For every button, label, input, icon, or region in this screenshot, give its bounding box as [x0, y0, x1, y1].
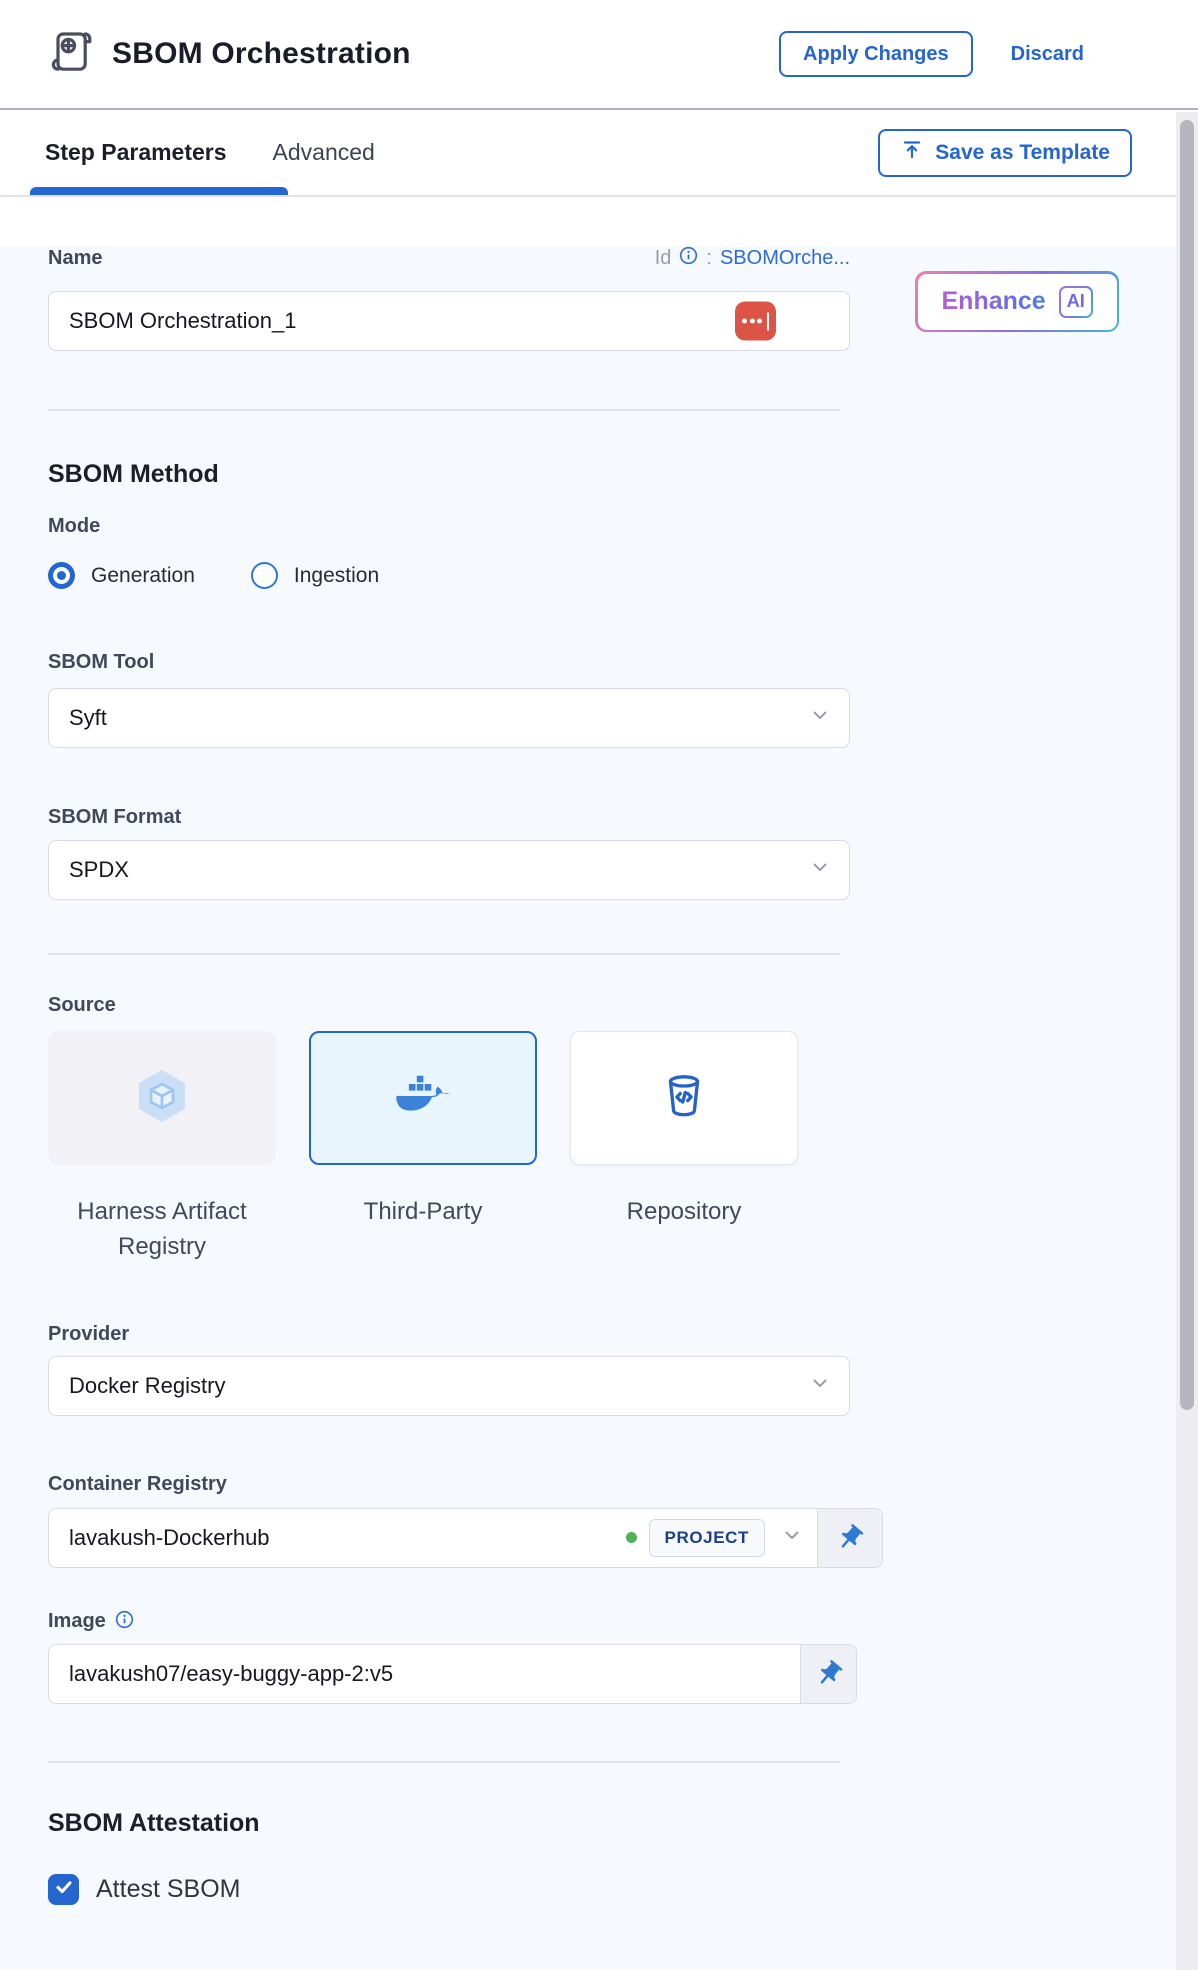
chevron-down-icon[interactable] [781, 1524, 803, 1552]
sbom-tool-label: SBOM Tool [48, 651, 1198, 674]
name-label: Name [48, 247, 102, 270]
image-input-value: lavakush07/easy-buggy-app-2:v5 [69, 1661, 800, 1687]
chevron-down-icon [809, 1372, 831, 1400]
info-icon[interactable] [679, 246, 698, 271]
pushpin-icon[interactable] [817, 1509, 882, 1567]
sbom-tool-value: Syft [69, 705, 107, 731]
attest-sbom-checkbox[interactable] [48, 1874, 79, 1905]
upload-icon [900, 138, 924, 168]
source-card-harness-artifact-registry[interactable] [48, 1031, 276, 1165]
source-card-repository[interactable] [570, 1031, 798, 1165]
sbom-format-value: SPDX [69, 857, 129, 883]
chevron-down-icon [809, 856, 831, 884]
save-as-template-label: Save as Template [935, 141, 1110, 165]
name-input-value: SBOM Orchestration_1 [69, 308, 296, 334]
mode-label: Mode [48, 515, 1198, 538]
mode-radio-group: Generation Ingestion [48, 562, 1198, 589]
tab-step-parameters[interactable]: Step Parameters [45, 139, 227, 166]
scrollbar-track[interactable] [1176, 112, 1198, 1970]
container-registry-select[interactable]: lavakush-Dockerhub PROJECT [48, 1508, 883, 1568]
header: SBOM Orchestration Apply Changes Discard [0, 0, 1198, 110]
discard-button[interactable]: Discard [1011, 43, 1084, 66]
id-colon: : [706, 247, 712, 270]
check-icon [53, 1876, 75, 1903]
provider-select[interactable]: Docker Registry [48, 1356, 850, 1416]
page-title: SBOM Orchestration [112, 37, 411, 71]
name-input[interactable]: SBOM Orchestration_1 [48, 291, 850, 351]
step-id-value[interactable]: SBOMOrche... [720, 247, 850, 270]
name-label-row: Name Id : SBOMOrche... [48, 246, 850, 271]
attest-sbom-row: Attest SBOM [48, 1874, 1198, 1905]
tab-advanced[interactable]: Advanced [273, 139, 375, 166]
divider [48, 409, 840, 411]
container-registry-value: lavakush-Dockerhub [69, 1525, 626, 1551]
radio-unselected-icon [251, 562, 278, 589]
sbom-attestation-heading: SBOM Attestation [48, 1809, 1198, 1838]
image-input[interactable]: lavakush07/easy-buggy-app-2:v5 [48, 1644, 857, 1704]
scope-badge: PROJECT [649, 1519, 766, 1557]
save-as-template-button[interactable]: Save as Template [878, 129, 1132, 177]
radio-generation[interactable]: Generation [48, 562, 195, 589]
step-id-group: Id : SBOMOrche... [655, 246, 850, 271]
fixed-value-dots-icon[interactable] [735, 302, 776, 341]
tab-bar: Step Parameters Advanced Save as Templat… [0, 110, 1198, 197]
ai-badge-icon: AI [1059, 286, 1093, 318]
divider [48, 1761, 840, 1763]
active-tab-underline [30, 187, 288, 195]
image-label-row: Image [48, 1610, 1198, 1634]
step-config-panel: SBOM Orchestration Apply Changes Discard… [0, 0, 1198, 1970]
connector-status-dot [626, 1532, 637, 1543]
repository-icon [659, 1071, 709, 1126]
pushpin-icon[interactable] [800, 1645, 856, 1703]
source-card-label: Repository [627, 1195, 742, 1230]
provider-value: Docker Registry [69, 1373, 225, 1399]
source-card-label: Third-Party [364, 1195, 483, 1230]
container-registry-label: Container Registry [48, 1473, 1198, 1496]
divider [48, 953, 840, 955]
sbom-format-select[interactable]: SPDX [48, 840, 850, 900]
source-card-label: Harness Artifact Registry [48, 1195, 276, 1265]
scroll-plus-icon [48, 27, 94, 82]
info-icon[interactable] [115, 1610, 134, 1634]
apply-changes-button[interactable]: Apply Changes [779, 31, 973, 77]
radio-ingestion[interactable]: Ingestion [251, 562, 379, 589]
source-option-third-party: Third-Party [309, 1031, 537, 1265]
enhance-ai-button[interactable]: Enhance AI [915, 271, 1119, 332]
scrollbar-thumb[interactable] [1180, 120, 1194, 1410]
docker-whale-icon [394, 1073, 452, 1124]
chevron-down-icon [809, 704, 831, 732]
source-option-repository: Repository [570, 1031, 798, 1265]
enhance-label: Enhance [942, 287, 1046, 316]
source-option-harness-artifact-registry: Harness Artifact Registry [48, 1031, 276, 1265]
sbom-method-heading: SBOM Method [48, 460, 1198, 489]
sbom-tool-select[interactable]: Syft [48, 688, 850, 748]
step-parameters-content: Enhance AI Name Id : SBOMOrche... SBOM O… [0, 246, 1198, 1970]
sbom-format-label: SBOM Format [48, 806, 1198, 829]
source-card-third-party[interactable] [309, 1031, 537, 1165]
id-label: Id [655, 247, 672, 270]
radio-selected-icon [48, 562, 75, 589]
attest-sbom-label: Attest SBOM [96, 1875, 240, 1904]
image-label: Image [48, 1610, 106, 1633]
provider-label: Provider [48, 1323, 1198, 1346]
source-label: Source [48, 994, 1198, 1017]
source-cards: Harness Artifact Registry [48, 1031, 1198, 1265]
harness-artifact-registry-icon [135, 1067, 189, 1130]
